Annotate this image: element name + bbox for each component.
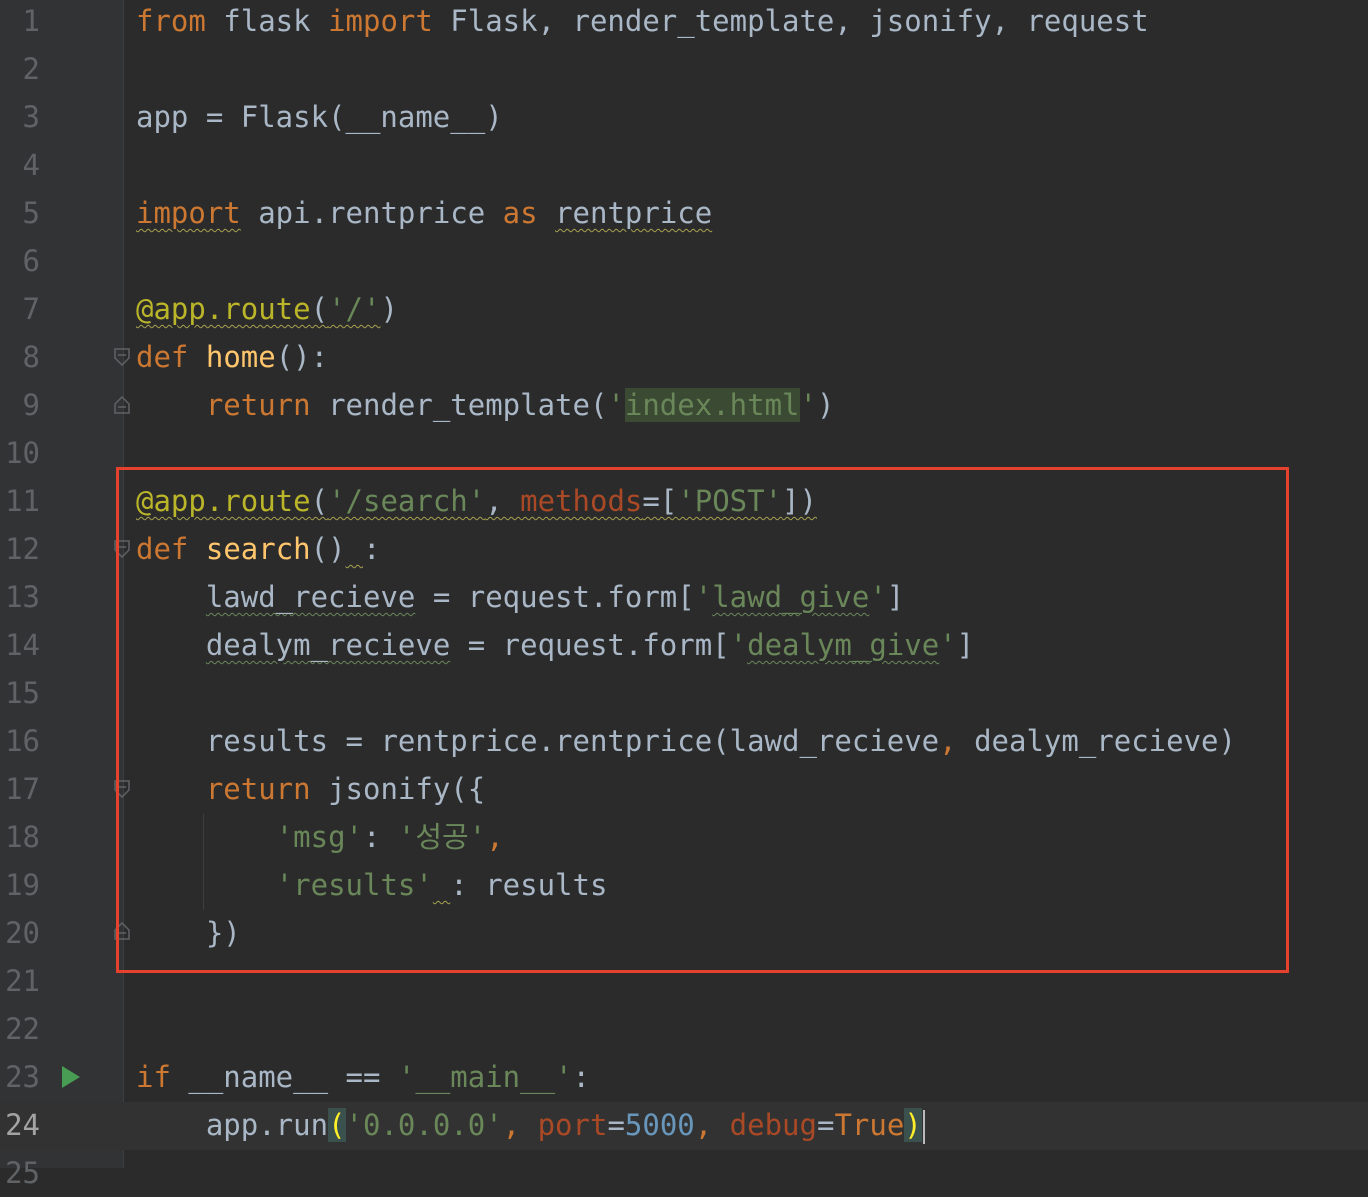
code-line-7[interactable]: @app.route('/'): [136, 285, 398, 333]
text-caret: [922, 1110, 925, 1144]
keyword: from: [136, 4, 206, 38]
paren: ): [816, 388, 835, 422]
line-number: 18: [5, 820, 40, 854]
fold-end-icon[interactable]: [114, 396, 130, 414]
paren-match: (: [328, 1108, 346, 1142]
string-literal: '__main__': [397, 1060, 573, 1094]
line-number: 21: [5, 964, 40, 998]
line-number: 2: [22, 52, 40, 86]
line-number: 1: [22, 4, 40, 38]
module-name: api.rentprice: [240, 196, 503, 230]
line-number: 14: [5, 628, 40, 662]
code-line-8[interactable]: def home():: [136, 333, 328, 381]
line-number: 12: [5, 532, 40, 566]
line-number: 15: [5, 676, 40, 710]
alias-name: rentprice: [555, 196, 713, 230]
line-number: 24: [5, 1108, 40, 1142]
string-literal: '0.0.0.0': [345, 1108, 503, 1142]
run-play-icon[interactable]: [62, 1066, 80, 1088]
line-number: 19: [5, 868, 40, 902]
keyword: import: [136, 196, 241, 230]
line-number: 5: [22, 196, 40, 230]
code-line-9[interactable]: return render_template('index.html'): [136, 381, 834, 429]
paren-match: ): [904, 1108, 922, 1142]
paren: (: [310, 292, 329, 326]
line-number: 23: [5, 1060, 40, 1094]
line-number: 7: [22, 292, 40, 326]
line-number: 13: [5, 580, 40, 614]
line-number: 6: [22, 244, 40, 278]
line-number: 22: [5, 1012, 40, 1046]
comma: ,: [502, 1108, 538, 1142]
boolean-literal: True: [834, 1108, 905, 1142]
line-number: 20: [5, 916, 40, 950]
line-number: 8: [22, 340, 40, 374]
equals: =: [816, 1108, 835, 1142]
line-number: 11: [5, 484, 40, 518]
named-param: debug: [729, 1108, 817, 1142]
fold-collapse-icon[interactable]: [114, 348, 130, 366]
keyword: def: [136, 340, 189, 374]
colon: :: [572, 1060, 590, 1094]
line-number: 17: [5, 772, 40, 806]
code-line-3[interactable]: app = Flask(__name__): [136, 93, 503, 141]
code-text: app = Flask(__name__): [136, 100, 503, 134]
function-name: home: [205, 340, 276, 374]
code-editor[interactable]: 1 2 3 4 5 6 7 8 9 10 11 12 13 14 15 16 17 18 19 20 21 22 23 24 2…: [0, 0, 1368, 1190]
code-text: render_template(: [310, 388, 608, 422]
line-number: 16: [5, 724, 40, 758]
named-param: port: [537, 1108, 608, 1142]
keyword: return: [205, 388, 311, 422]
keyword: if: [136, 1060, 171, 1094]
line-number: 10: [5, 436, 40, 470]
keyword: import: [328, 4, 433, 38]
code-line-23[interactable]: if __name__ == '__main__':: [136, 1053, 590, 1101]
keyword: as: [502, 196, 538, 230]
code-line-24[interactable]: app.run('0.0.0.0', port=5000, debug=True…: [136, 1101, 925, 1149]
code-line-5[interactable]: import api.rentprice as rentprice: [136, 189, 712, 237]
equals: =: [607, 1108, 625, 1142]
quote: ': [607, 388, 625, 422]
quote: ': [799, 388, 817, 422]
module-name: flask: [205, 4, 329, 38]
number-literal: 5000: [624, 1108, 695, 1142]
line-number: 4: [22, 148, 40, 182]
code-text: app.run: [205, 1108, 329, 1142]
string-literal: index.html: [624, 388, 800, 422]
code-text: ():: [275, 340, 329, 374]
code-text: __name__ ==: [170, 1060, 398, 1094]
import-names: Flask, render_template, jsonify, request: [432, 4, 1149, 38]
paren: ): [380, 292, 398, 326]
string-literal: '/': [328, 292, 381, 326]
comma: ,: [694, 1108, 730, 1142]
line-number: 25: [5, 1156, 40, 1190]
highlight-box: [116, 467, 1289, 973]
code-line-1[interactable]: from flask import Flask, render_template…: [136, 0, 1149, 45]
line-number: 3: [22, 100, 40, 134]
decorator: @app.route: [136, 292, 311, 326]
line-number: 9: [22, 388, 40, 422]
